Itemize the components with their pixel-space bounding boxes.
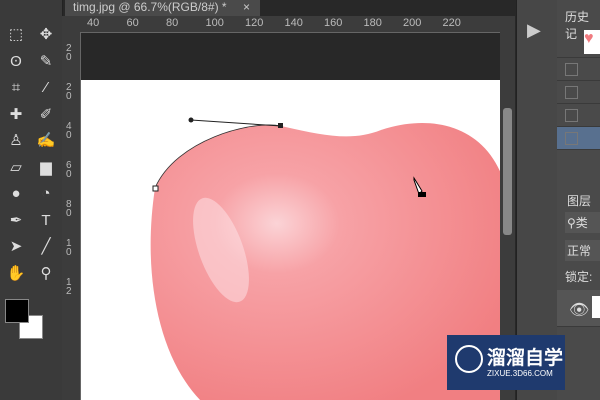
- ruler-label: 60: [66, 160, 72, 180]
- layer-row[interactable]: 👁: [557, 290, 600, 327]
- ruler-label: 20: [66, 43, 72, 63]
- ruler-label: 80: [66, 199, 72, 219]
- layers-tab[interactable]: 图层: [567, 192, 591, 209]
- history-item[interactable]: [557, 104, 600, 127]
- history-item[interactable]: [557, 58, 600, 81]
- path-select-tool-icon[interactable]: ➤: [4, 236, 28, 258]
- canvas-image[interactable]: [81, 80, 500, 400]
- watermark-url: ZIXUE.3D66.COM: [487, 369, 553, 378]
- vertical-ruler: 20 20 40 60 80 10 12: [62, 32, 81, 400]
- blend-mode-select[interactable]: 正常: [565, 240, 600, 261]
- ruler-label: 220: [442, 17, 461, 29]
- history-item[interactable]: [557, 81, 600, 104]
- layer-search[interactable]: ⚲类: [565, 212, 600, 233]
- eraser-tool-icon[interactable]: ▱: [4, 157, 28, 179]
- scrollbar-thumb[interactable]: [503, 108, 512, 235]
- hand-tool-icon[interactable]: ✋: [4, 263, 28, 285]
- document-tab[interactable]: timg.jpg @ 66.7%(RGB/8#) * ×: [65, 0, 260, 16]
- history-item-selected[interactable]: [557, 127, 600, 150]
- ruler-label: 200: [403, 17, 422, 29]
- ruler-label: 100: [205, 17, 224, 29]
- type-tool-icon[interactable]: T: [34, 210, 58, 232]
- watermark-logo-icon: [455, 345, 483, 373]
- heart-artwork: [150, 117, 500, 400]
- anchor-point[interactable]: [152, 185, 159, 192]
- move-tool-icon[interactable]: ✥: [34, 24, 58, 46]
- watermark: 溜溜自学 ZIXUE.3D66.COM: [447, 335, 565, 390]
- marquee-tool-icon[interactable]: ⬚: [4, 24, 28, 46]
- anchor-point[interactable]: [278, 123, 283, 128]
- crop-tool-icon[interactable]: ⌗: [4, 77, 28, 99]
- close-icon[interactable]: ×: [243, 0, 250, 15]
- gradient-tool-icon[interactable]: ▆: [34, 157, 58, 179]
- eye-icon[interactable]: 👁: [569, 300, 589, 320]
- ruler-label: 20: [66, 82, 72, 102]
- ruler-label: 40: [66, 121, 72, 141]
- ruler-label: 80: [166, 17, 179, 29]
- history-brush-tool-icon[interactable]: ✍: [34, 130, 58, 152]
- healing-tool-icon[interactable]: ✚: [4, 104, 28, 126]
- document-title: timg.jpg @ 66.7%(RGB/8#) *: [73, 0, 227, 14]
- pen-tool-icon[interactable]: ✒: [4, 210, 28, 232]
- ruler-label: 40: [87, 17, 100, 29]
- horizontal-ruler: 40 60 80 100 120 140 160 180 200 220: [80, 16, 500, 33]
- history-snapshot[interactable]: ♥: [557, 27, 600, 58]
- ruler-label: 12: [66, 277, 72, 297]
- quick-select-tool-icon[interactable]: ✎: [34, 51, 58, 73]
- lock-label: 锁定:: [565, 270, 593, 284]
- ruler-label: 120: [245, 17, 264, 29]
- foreground-color-swatch[interactable]: [5, 299, 29, 323]
- watermark-name: 溜溜自学: [487, 348, 564, 369]
- line-tool-icon[interactable]: ╱: [34, 236, 58, 258]
- lasso-tool-icon[interactable]: ʘ: [4, 51, 28, 73]
- brush-tool-icon[interactable]: ✐: [34, 104, 58, 126]
- zoom-tool-icon[interactable]: ⚲: [34, 263, 58, 285]
- ruler-label: 60: [126, 17, 139, 29]
- dodge-tool-icon[interactable]: ◔: [34, 183, 58, 205]
- stamp-tool-icon[interactable]: ♙: [4, 130, 28, 152]
- tools-panel: ⬚ ✥ ʘ ✎ ⌗ ⁄ ✚ ✐ ♙ ✍ ▱ ▆ ● ◔ ✒ T ➤ ╱ ✋ ⚲: [0, 0, 63, 400]
- ruler-label: 140: [284, 17, 303, 29]
- ruler-label: 180: [363, 17, 382, 29]
- ruler-corner: [62, 16, 80, 32]
- eyedropper-tool-icon[interactable]: ⁄: [34, 77, 58, 99]
- ruler-label: 160: [324, 17, 343, 29]
- play-icon[interactable]: ▶: [527, 20, 547, 40]
- blur-tool-icon[interactable]: ●: [4, 183, 28, 205]
- ruler-label: 10: [66, 238, 72, 258]
